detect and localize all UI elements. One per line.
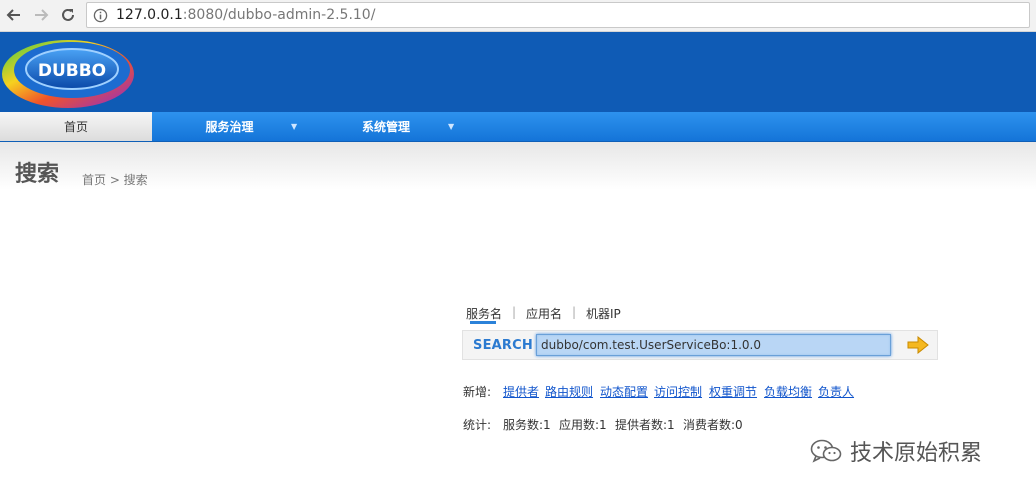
stat-application-count: 应用数:1 bbox=[559, 418, 607, 432]
tab-machine-ip[interactable]: 机器IP bbox=[586, 305, 621, 322]
add-owner-link[interactable]: 负责人 bbox=[818, 383, 854, 400]
menu-item-label: 服务治理 bbox=[205, 120, 254, 134]
breadcrumb: 首页 > 搜索 bbox=[82, 173, 148, 187]
back-arrow-icon bbox=[6, 9, 20, 21]
watermark-text: 技术原始积累 bbox=[850, 441, 983, 466]
menu-item-label: 首页 bbox=[63, 120, 88, 134]
wechat-icon bbox=[810, 439, 842, 463]
dubbo-logo[interactable]: DUBBO bbox=[0, 34, 140, 110]
info-icon[interactable] bbox=[92, 7, 108, 23]
stat-provider-count: 提供者数:1 bbox=[615, 418, 675, 432]
tab-divider: | bbox=[512, 305, 517, 319]
tab-application-name[interactable]: 应用名 bbox=[526, 305, 562, 322]
tab-service-name[interactable]: 服务名 bbox=[466, 305, 502, 322]
add-dynamic-config-link[interactable]: 动态配置 bbox=[600, 383, 648, 400]
add-load-balance-link[interactable]: 负载均衡 bbox=[764, 383, 812, 400]
chevron-down-icon: ▼ bbox=[448, 122, 455, 131]
tab-divider: | bbox=[572, 305, 577, 319]
search-bar: SEARCH bbox=[462, 330, 938, 360]
page-header: 搜索 首页 > 搜索 bbox=[0, 142, 1036, 190]
back-button[interactable] bbox=[2, 3, 26, 27]
menu-item-label: 系统管理 bbox=[361, 120, 410, 134]
stat-service-count: 服务数:1 bbox=[503, 418, 551, 432]
page-title: 搜索 bbox=[15, 162, 60, 187]
add-provider-link[interactable]: 提供者 bbox=[503, 383, 539, 400]
menu-item-system-management[interactable]: 系统管理 bbox=[310, 112, 462, 141]
chevron-down-icon: ▼ bbox=[291, 122, 298, 131]
reload-icon bbox=[62, 8, 74, 21]
arrow-right-icon[interactable] bbox=[907, 336, 929, 354]
watermark: 技术原始积累 bbox=[810, 438, 983, 466]
stats-label: 统计: bbox=[463, 418, 492, 432]
search-label: SEARCH bbox=[473, 338, 533, 353]
main-menu: 首页 服务治理 ▼ 系统管理 ▼ bbox=[0, 112, 1036, 142]
menu-item-home[interactable]: 首页 bbox=[0, 112, 152, 141]
active-tab-indicator bbox=[470, 321, 496, 324]
logo-text: DUBBO bbox=[38, 61, 106, 81]
forward-arrow-icon bbox=[35, 9, 49, 21]
app-header: DUBBO bbox=[0, 32, 1036, 112]
add-access-control-link[interactable]: 访问控制 bbox=[654, 383, 702, 400]
add-weight-adjust-link[interactable]: 权重调节 bbox=[709, 383, 757, 400]
browser-toolbar: 127.0.0.1:8080/dubbo-admin-2.5.10/ bbox=[0, 0, 1036, 32]
url-text: 127.0.0.1:8080/dubbo-admin-2.5.10/ bbox=[116, 7, 375, 23]
url-host: 127.0.0.1 bbox=[116, 7, 183, 23]
forward-button[interactable] bbox=[29, 3, 53, 27]
add-label: 新增: bbox=[463, 385, 492, 399]
address-bar[interactable]: 127.0.0.1:8080/dubbo-admin-2.5.10/ bbox=[86, 2, 1030, 28]
url-path: :8080/dubbo-admin-2.5.10/ bbox=[182, 7, 376, 23]
reload-button[interactable] bbox=[56, 3, 80, 27]
add-route-rule-link[interactable]: 路由规则 bbox=[545, 383, 593, 400]
search-input[interactable] bbox=[536, 334, 891, 356]
stat-consumer-count: 消费者数:0 bbox=[683, 418, 743, 432]
menu-item-service-governance[interactable]: 服务治理 bbox=[152, 112, 307, 141]
